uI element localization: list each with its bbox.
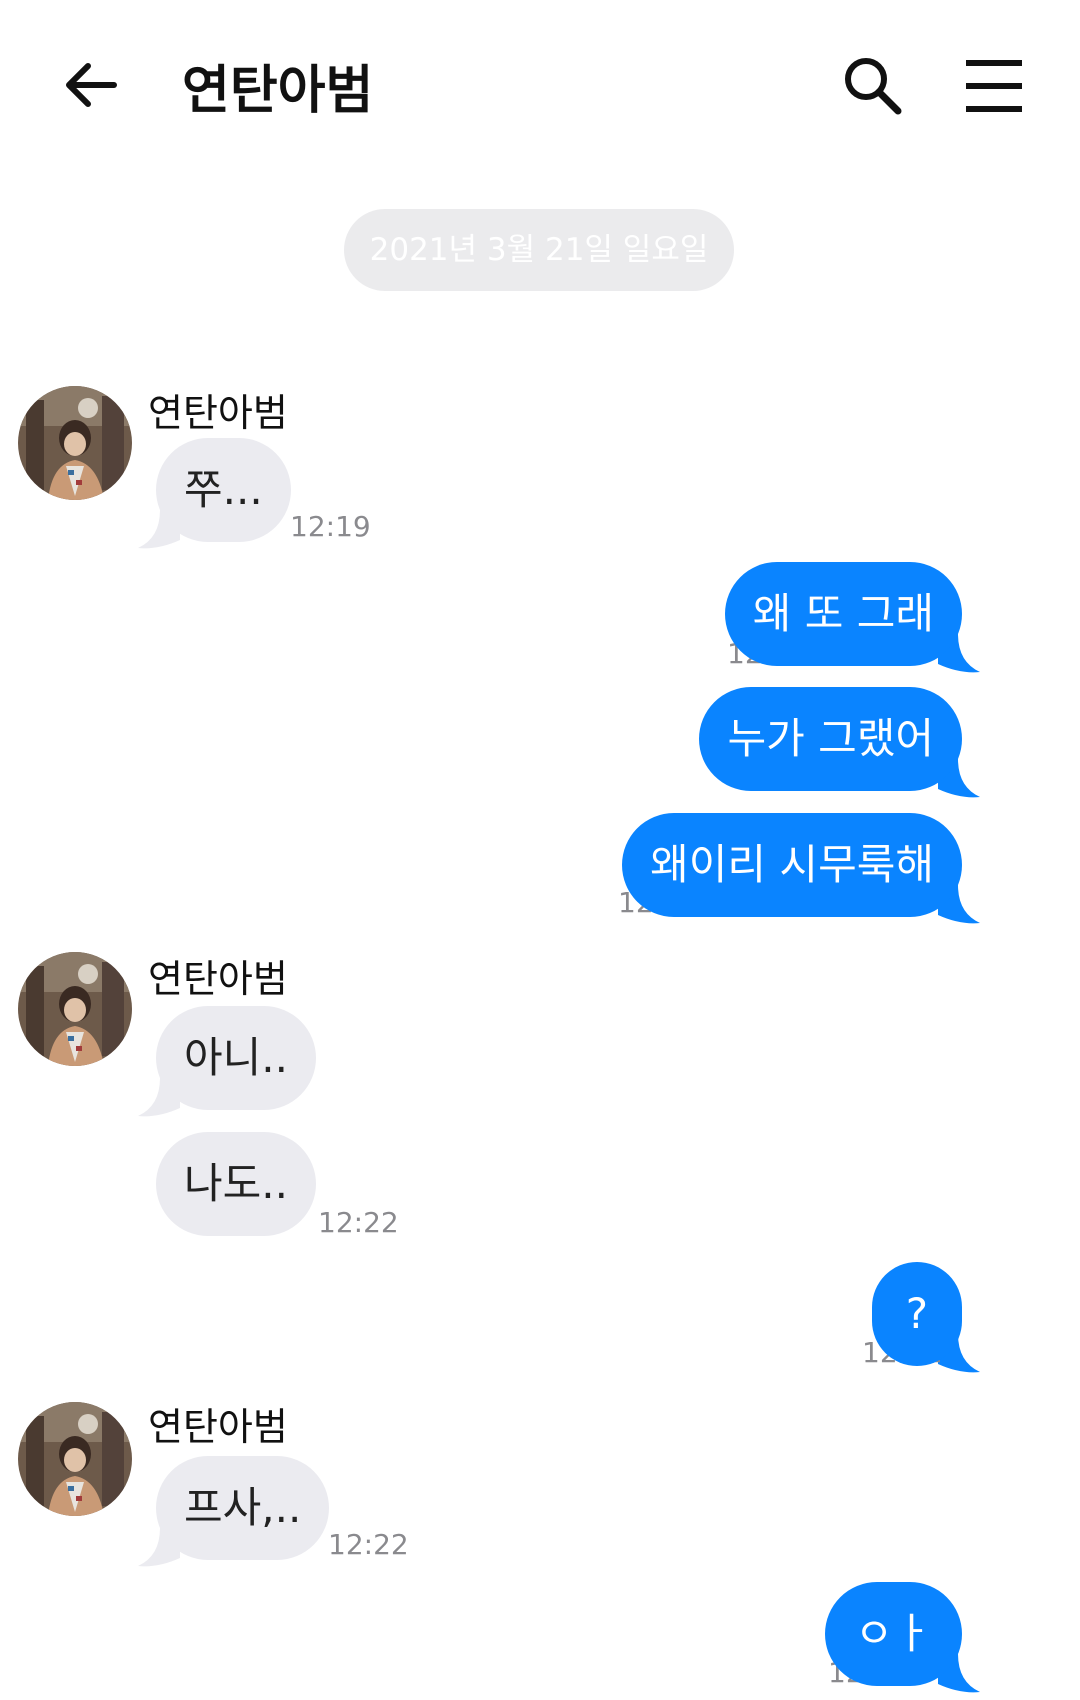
sender-name: 연탄아범 [148, 957, 288, 1001]
contact-avatar[interactable] [18, 386, 132, 500]
message-bubble-incoming[interactable]: 아니.. [156, 1006, 316, 1110]
sender-name: 연탄아범 [148, 1405, 288, 1449]
hamburger-menu-icon [966, 60, 1022, 112]
contact-avatar[interactable] [18, 952, 132, 1066]
message-timestamp: 12:22 [328, 1528, 409, 1561]
message-bubble-incoming[interactable]: 프사,.. [156, 1456, 330, 1560]
message-text: 아니.. [156, 1006, 316, 1110]
date-divider: 2021년 3월 21일 일요일 [344, 209, 734, 291]
sender-name: 연탄아범 [148, 391, 288, 435]
contact-avatar[interactable] [18, 1402, 132, 1516]
message-text: ㅇㅏ [824, 1582, 962, 1686]
message-text: 누가 그랬어 [699, 687, 962, 791]
arrow-left-icon [66, 63, 117, 107]
message-text: 쭈... [156, 438, 291, 542]
chat-title: 연탄아범 [182, 61, 374, 121]
chat-header: 연탄아범 [0, 0, 1080, 170]
search-button[interactable] [842, 55, 904, 117]
search-icon [845, 58, 902, 115]
message-text: 나도.. [156, 1132, 316, 1236]
message-text: 왜이리 시무룩해 [622, 813, 962, 917]
message-text: 왜 또 그래 [724, 562, 962, 666]
message-bubble-outgoing[interactable]: ㅇㅏ [824, 1582, 962, 1686]
menu-button[interactable] [964, 58, 1024, 114]
message-bubble-incoming[interactable]: 나도.. [156, 1132, 316, 1236]
message-bubble-outgoing[interactable]: ? [871, 1262, 962, 1366]
message-bubble-outgoing[interactable]: 왜이리 시무룩해 [622, 813, 962, 917]
message-bubble-outgoing[interactable]: 왜 또 그래 [724, 562, 962, 666]
message-timestamp: 12:19 [290, 510, 371, 543]
message-bubble-incoming[interactable]: 쭈... [156, 438, 291, 542]
message-timestamp: 12:22 [318, 1206, 399, 1239]
message-text: 프사,.. [156, 1456, 330, 1560]
message-bubble-outgoing[interactable]: 누가 그랬어 [699, 687, 962, 791]
message-text: ? [871, 1262, 962, 1366]
back-button[interactable] [60, 55, 120, 115]
